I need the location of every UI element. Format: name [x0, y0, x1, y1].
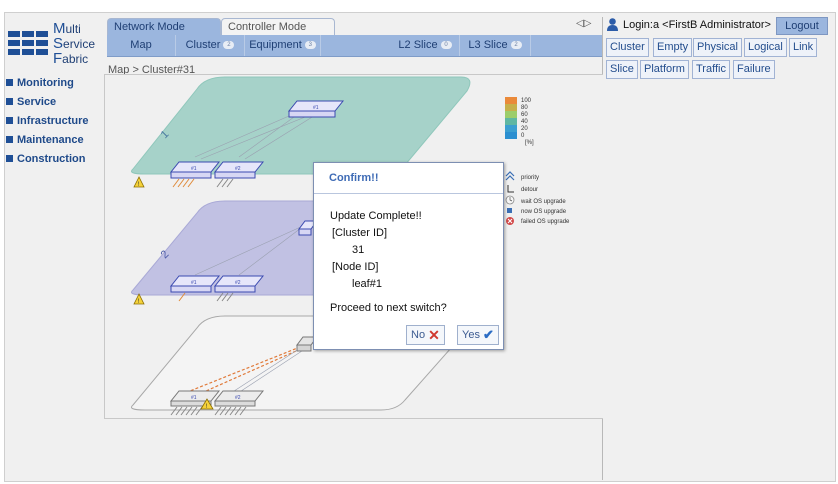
msf-logo: Multi Service Fabric	[7, 18, 99, 70]
legend-label: wait OS upgrade	[520, 199, 566, 205]
svg-text:#1: #1	[191, 280, 197, 286]
filter-physical-button[interactable]: Physical	[693, 38, 742, 57]
square-icon	[6, 155, 13, 162]
svg-text:#1: #1	[191, 395, 197, 401]
logo-word-service: Service	[53, 35, 96, 52]
port-marks	[216, 178, 234, 188]
dialog-message: Update Complete!!	[330, 210, 422, 222]
right-panel: Login:a <FirstB Administrator> Logout Cl…	[603, 17, 834, 480]
filter-empty-button[interactable]: Empty	[653, 38, 693, 57]
cluster-id-heading: [Cluster ID]	[332, 227, 388, 239]
no-button[interactable]: No ✕	[406, 325, 445, 345]
cluster-1-plane[interactable]	[131, 76, 471, 175]
scale-label: 0	[521, 133, 525, 139]
count-badge: 3	[304, 41, 316, 50]
nav-item-monitoring[interactable]: Monitoring	[6, 73, 102, 92]
legend-label: detour	[521, 187, 538, 193]
leaf-switch-icon[interactable]: #1	[169, 161, 221, 179]
legend-label: priority	[521, 175, 539, 181]
spine-switch-icon[interactable]: #1	[287, 100, 345, 118]
app-window: Multi Service Fabric Monitoring Service …	[0, 0, 838, 484]
leaf-switch-icon[interactable]: #2	[213, 161, 265, 179]
scale-label: 60	[521, 112, 528, 118]
svg-text:#2: #2	[235, 280, 241, 286]
logout-button[interactable]: Logout	[776, 17, 828, 35]
yes-button[interactable]: Yes ✔	[457, 325, 499, 345]
utilization-scale	[505, 97, 517, 139]
nav-item-construction[interactable]: Construction	[6, 149, 102, 168]
scale-label: 80	[521, 105, 528, 111]
close-x-icon: ✕	[428, 327, 440, 344]
user-icon	[607, 18, 618, 31]
subtab-cluster[interactable]: Cluster 2	[176, 35, 245, 56]
nav-label: Monitoring	[17, 76, 74, 89]
scale-label: 20	[521, 126, 528, 132]
filter-link-button[interactable]: Link	[789, 38, 818, 57]
dialog-title: Confirm!!	[314, 163, 503, 194]
count-badge: 2	[223, 41, 235, 50]
left-nav: Monitoring Service Infrastructure Mainte…	[6, 73, 102, 168]
dialog-question: Proceed to next switch?	[330, 302, 447, 314]
cluster-id-value: 31	[352, 244, 365, 256]
checkmark-icon: ✔	[483, 327, 494, 343]
node-id-heading: [Node ID]	[332, 261, 379, 273]
legend-label: failed OS upgrade	[521, 219, 570, 225]
nav-label: Infrastructure	[17, 114, 89, 127]
subtab-l2-slice[interactable]: L2 Slice 0	[391, 35, 460, 56]
filter-failure-button[interactable]: Failure	[733, 60, 775, 79]
count-badge: 2	[510, 41, 522, 50]
port-marks	[172, 178, 195, 188]
filter-traffic-button[interactable]: Traffic	[692, 60, 730, 79]
logo-word-fabric: Fabric	[53, 50, 89, 67]
nav-item-service[interactable]: Service	[6, 92, 102, 111]
yes-label: Yes	[462, 329, 480, 341]
scale-unit: [%]	[525, 140, 534, 146]
svg-text:#1: #1	[313, 105, 319, 111]
subtab-l3-slice[interactable]: L3 Slice 2	[460, 35, 531, 56]
nav-label: Maintenance	[17, 133, 84, 146]
failed-x-icon	[506, 217, 514, 225]
login-info: Login:a <FirstB Administrator>	[607, 18, 771, 31]
svg-text:#2: #2	[235, 166, 241, 172]
filter-logical-button[interactable]: Logical	[744, 38, 787, 57]
tab-network-mode[interactable]: Network Mode	[107, 18, 221, 35]
svg-text:#2: #2	[235, 395, 241, 401]
filter-platform-button[interactable]: Platform	[640, 60, 689, 79]
nav-item-infrastructure[interactable]: Infrastructure	[6, 111, 102, 130]
play-toggle-icon[interactable]: ◁▷	[576, 18, 591, 29]
dialog-body: Update Complete!! [Cluster ID] 31 [Node …	[330, 208, 447, 317]
nav-label: Construction	[17, 152, 86, 165]
square-icon	[6, 98, 13, 105]
subtab-map[interactable]: Map	[107, 35, 176, 56]
filter-slice-button[interactable]: Slice	[606, 60, 638, 79]
priority-icon	[505, 171, 515, 181]
sub-tab-bar: Map Cluster 2 Equipment 3 L2 Slice 0 L3 Sli…	[107, 35, 602, 57]
svg-text:#1: #1	[191, 166, 197, 172]
count-badge: 0	[440, 41, 452, 50]
detour-icon	[507, 185, 514, 193]
scale-label: 100	[521, 98, 532, 104]
subtab-spacer	[321, 35, 391, 56]
logo-grid-icon	[8, 26, 48, 58]
legend-label: now OS upgrade	[521, 209, 567, 215]
logo-word-multi: Multi	[53, 20, 81, 37]
square-icon	[6, 117, 13, 124]
tab-controller-mode[interactable]: Controller Mode	[221, 18, 335, 35]
filter-cluster-button[interactable]: Cluster	[606, 38, 649, 57]
warning-icon[interactable]: !	[133, 176, 145, 188]
warning-icon[interactable]: !	[133, 293, 145, 305]
nav-item-maintenance[interactable]: Maintenance	[6, 130, 102, 149]
confirm-dialog: Confirm!! Update Complete!! [Cluster ID]…	[313, 162, 504, 350]
scale-label: 40	[521, 119, 528, 125]
login-text: Login:a <FirstB Administrator>	[623, 18, 771, 31]
nav-label: Service	[17, 95, 57, 108]
square-icon	[6, 136, 13, 143]
subtab-equipment[interactable]: Equipment 3	[245, 35, 321, 56]
now-upgrade-icon	[507, 208, 512, 213]
node-id-value: leaf#1	[352, 278, 382, 290]
square-icon	[6, 79, 13, 86]
no-label: No	[411, 329, 426, 341]
wait-clock-icon	[505, 195, 515, 205]
